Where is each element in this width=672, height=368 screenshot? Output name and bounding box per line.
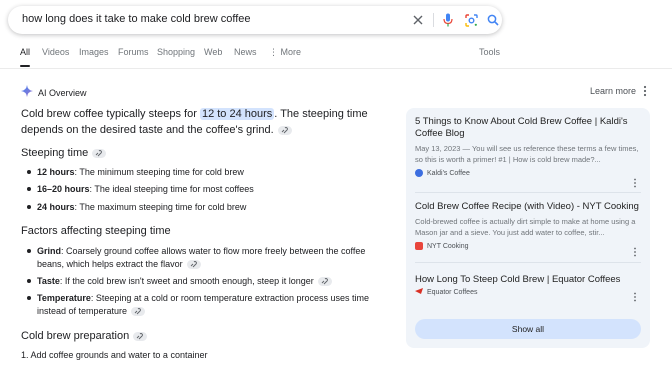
search-input[interactable]: how long does it take to make cold brew … (22, 13, 251, 25)
more-options-icon[interactable] (633, 244, 637, 257)
tab-news[interactable]: News (234, 47, 257, 57)
list-item: Taste: If the cold brew isn't sweet and … (27, 275, 332, 288)
citation-link-icon[interactable] (92, 148, 107, 158)
clear-icon[interactable] (409, 11, 427, 29)
preparation-heading: Cold brew preparation (21, 330, 148, 342)
more-options-icon[interactable] (633, 175, 637, 188)
source-title[interactable]: How Long To Steep Cold Brew | Equator Co… (415, 274, 641, 286)
tabs-divider (0, 68, 672, 69)
learn-more-link[interactable]: Learn more (590, 86, 636, 96)
source-snippet: Cold-brewed coffee is actually dirt simp… (415, 217, 636, 237)
source-divider (415, 262, 641, 263)
intro-paragraph: Cold brew coffee typically steeps for 12… (21, 106, 393, 138)
search-tabs: All Videos Images Forums Shopping Web Ne… (0, 46, 672, 68)
intro-highlight: 12 to 24 hours (199, 108, 275, 120)
search-divider (433, 13, 434, 27)
list-item-continuation: beans, which helps extract the flavor (37, 258, 201, 271)
preparation-step: 1. Add coffee grounds and water to a con… (21, 350, 208, 360)
tab-more-label: More (280, 47, 302, 57)
equator-favicon-icon (415, 288, 423, 296)
ai-overview-header: AI Overview (21, 84, 87, 102)
list-item-continuation: instead of temperature (37, 305, 146, 318)
search-bar: how long does it take to make cold brew … (8, 6, 502, 34)
lens-icon[interactable] (462, 11, 480, 29)
sparkle-icon (21, 84, 33, 102)
source-snippet: May 13, 2023 — You will see us reference… (415, 144, 639, 164)
source-site: Equator Coffees (415, 288, 641, 296)
ai-overview-intro: Cold brew coffee typically steeps for 12… (21, 106, 393, 138)
tab-shopping[interactable]: Shopping (157, 47, 195, 57)
source-site-name: Equator Coffees (427, 288, 478, 296)
tab-tools[interactable]: Tools (479, 47, 500, 57)
citation-link-icon[interactable] (317, 277, 332, 287)
source-title[interactable]: 5 Things to Know About Cold Brew Coffee … (415, 116, 641, 140)
source-card[interactable]: How Long To Steep Cold Brew | Equator Co… (415, 274, 641, 296)
tab-images[interactable]: Images (79, 47, 109, 57)
search-icon[interactable] (484, 11, 502, 29)
show-all-button[interactable]: Show all (415, 319, 641, 339)
source-site-name: NYT Cooking (427, 242, 469, 250)
active-tab-indicator (20, 65, 30, 67)
more-options-icon[interactable] (641, 84, 649, 98)
intro-text-start: Cold brew coffee typically steeps for (21, 108, 200, 120)
list-item: 12 hours: The minimum steeping time for … (27, 166, 244, 179)
list-item: Grind: Coarsely ground coffee allows wat… (27, 245, 365, 258)
tab-all[interactable]: All (20, 47, 30, 57)
source-divider (415, 192, 641, 193)
citation-link-icon[interactable] (277, 125, 292, 135)
steeping-time-heading-text: Steeping time (21, 147, 89, 159)
microphone-icon[interactable] (439, 11, 457, 29)
steeping-time-heading: Steeping time (21, 147, 107, 159)
tab-more[interactable]: ⋮ More (269, 47, 301, 58)
factors-heading: Factors affecting steeping time (21, 225, 171, 237)
tab-web[interactable]: Web (204, 47, 222, 57)
ai-overview-title: AI Overview (38, 88, 87, 98)
list-item: 16–20 hours: The ideal steeping time for… (27, 183, 254, 196)
source-card[interactable]: 5 Things to Know About Cold Brew Coffee … (415, 116, 641, 177)
tab-videos[interactable]: Videos (42, 47, 69, 57)
source-title[interactable]: Cold Brew Coffee Recipe (with Video) - N… (415, 201, 641, 213)
preparation-heading-text: Cold brew preparation (21, 330, 130, 342)
citation-link-icon[interactable] (133, 331, 148, 341)
nyt-cooking-favicon-icon (415, 242, 423, 250)
source-site-name: Kaldi's Coffee (427, 169, 470, 177)
vertical-dots-icon: ⋮ (269, 47, 278, 57)
source-card[interactable]: Cold Brew Coffee Recipe (with Video) - N… (415, 201, 641, 250)
citation-link-icon[interactable] (186, 260, 201, 270)
tab-forums[interactable]: Forums (118, 47, 149, 57)
list-item: 24 hours: The maximum steeping time for … (27, 201, 246, 214)
source-site: NYT Cooking (415, 242, 641, 250)
citation-link-icon[interactable] (131, 307, 146, 317)
source-site: Kaldi's Coffee (415, 169, 641, 177)
kaldis-favicon-icon (415, 169, 423, 177)
list-item: Temperature: Steeping at a cold or room … (27, 292, 369, 305)
sources-panel: 5 Things to Know About Cold Brew Coffee … (406, 108, 650, 348)
more-options-icon[interactable] (633, 289, 637, 302)
